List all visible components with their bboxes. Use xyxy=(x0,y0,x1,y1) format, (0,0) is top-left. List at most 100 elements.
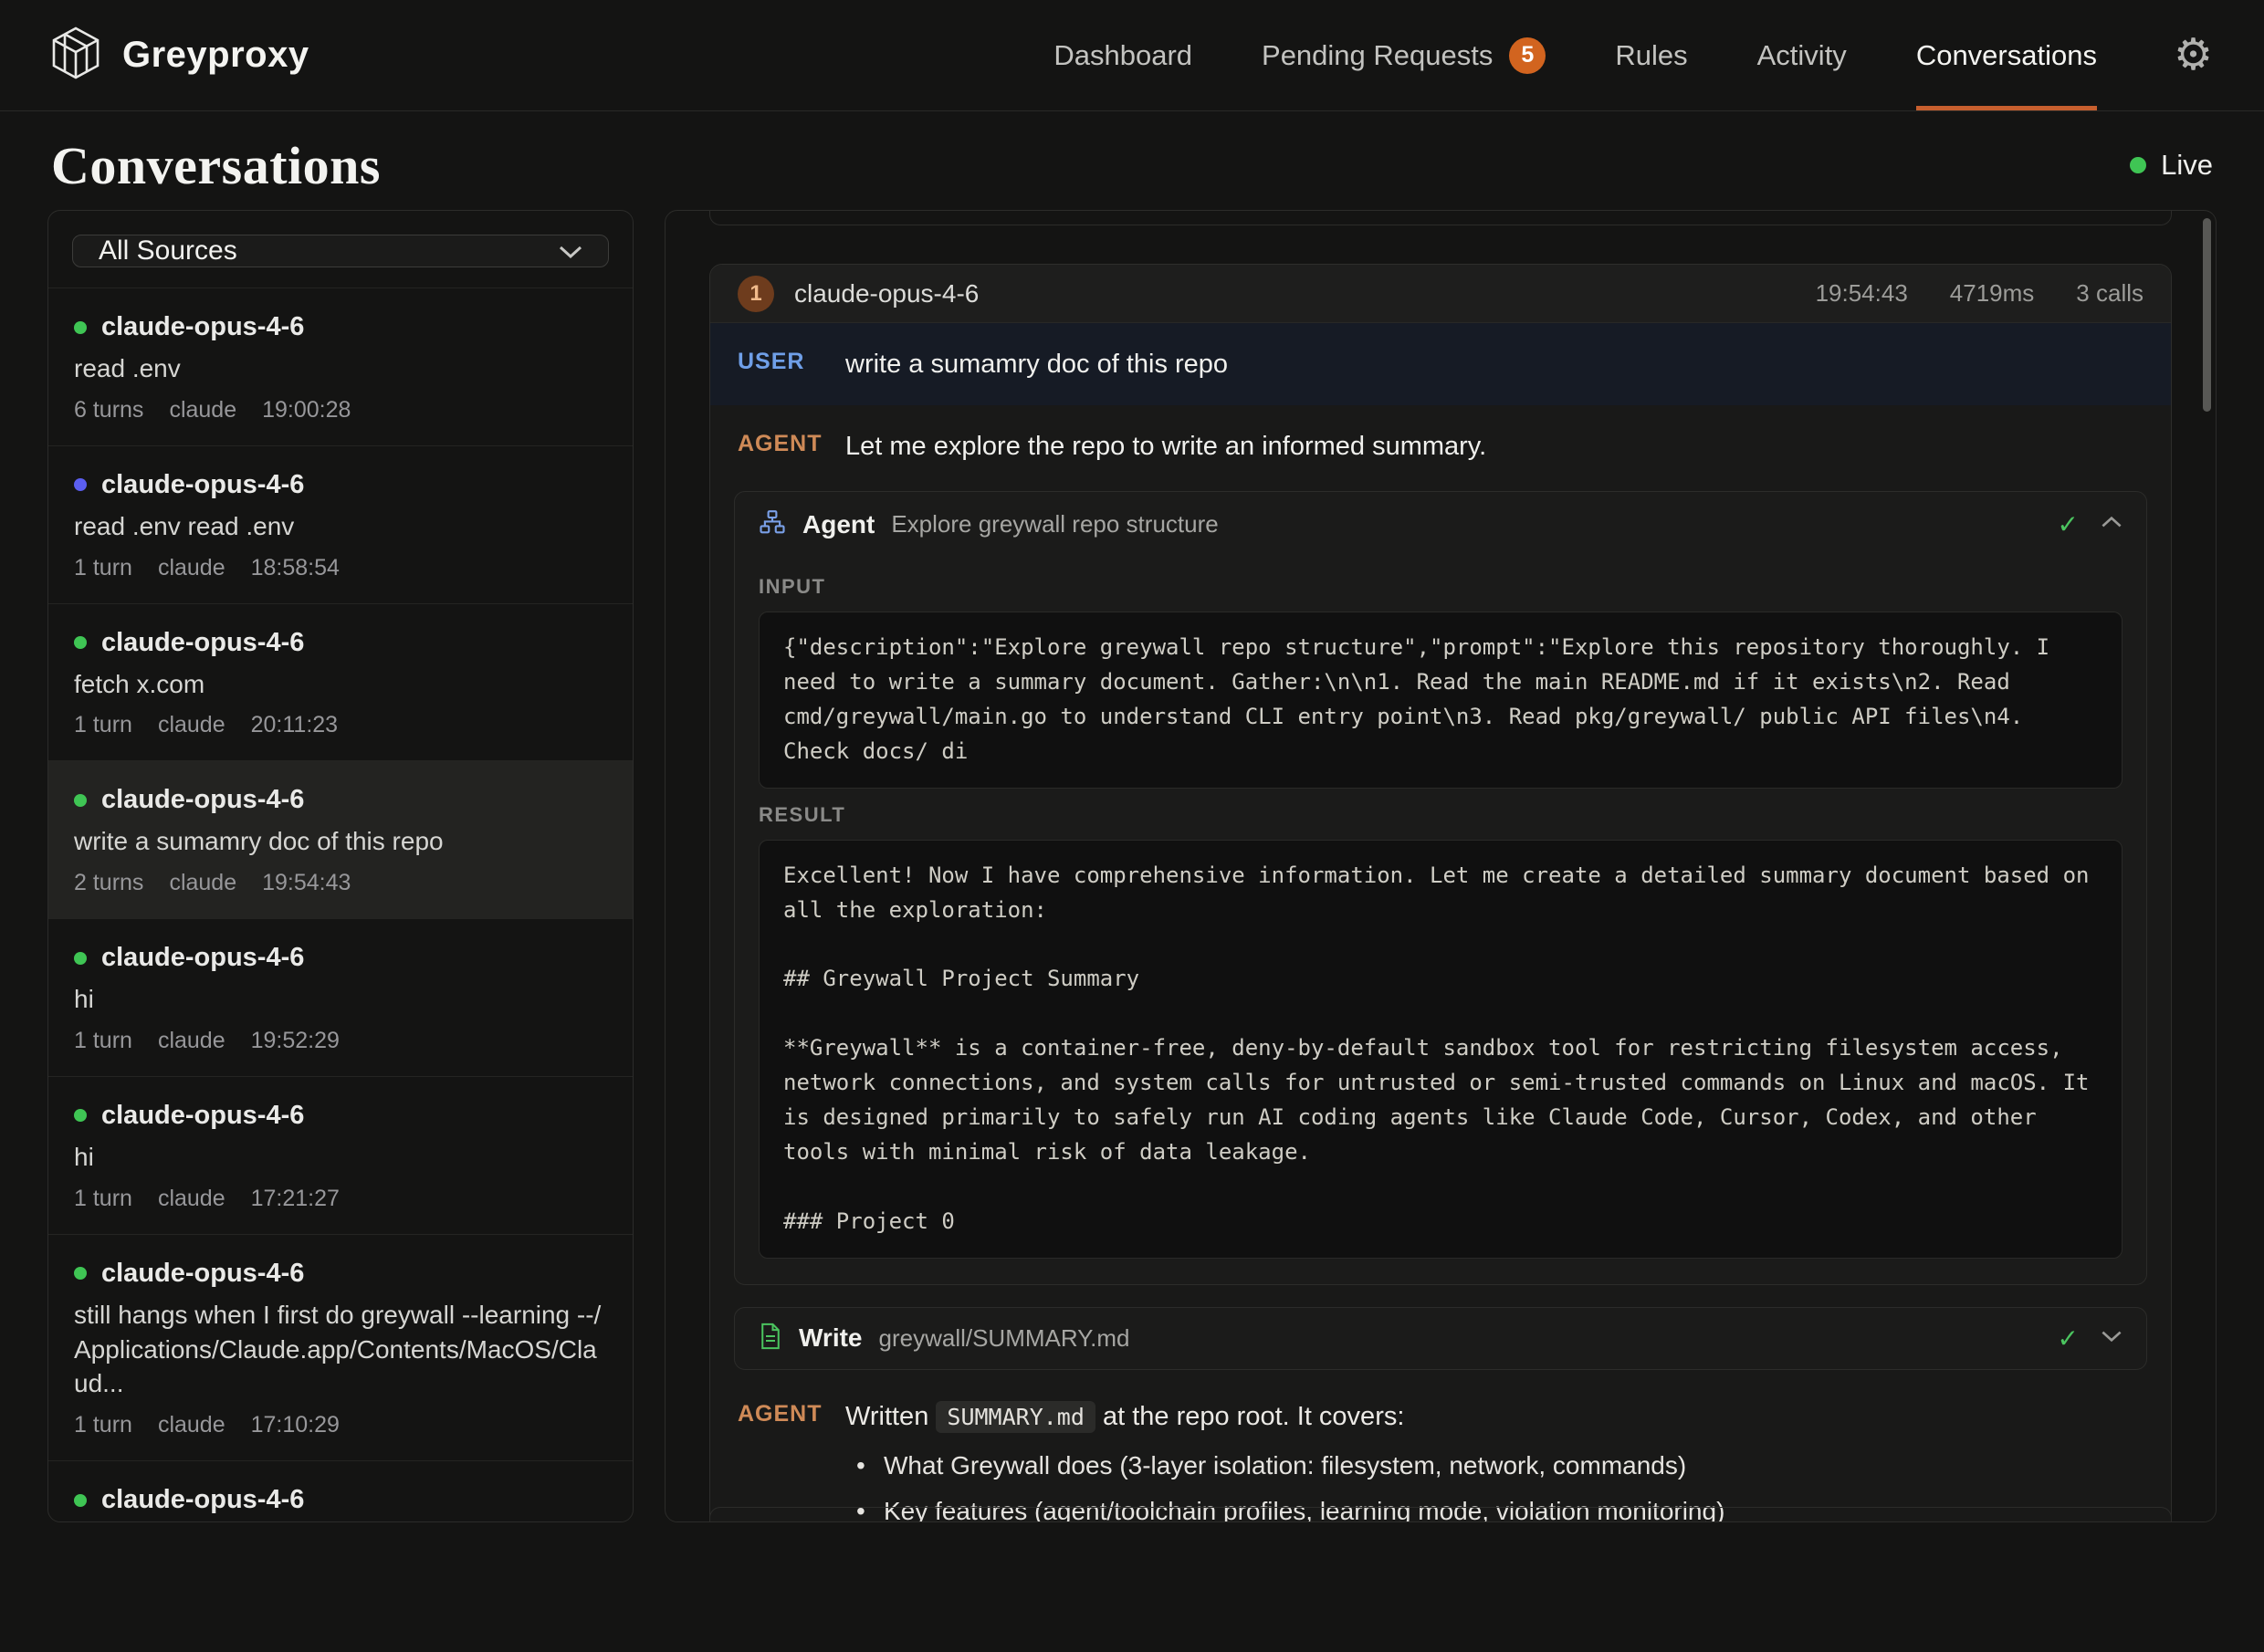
conversations-sidebar: All Sources claude-opus-4-6read .env6 tu… xyxy=(47,210,634,1522)
status-dot-icon xyxy=(74,794,87,807)
conversation-model: claude-opus-4-6 xyxy=(101,1485,304,1515)
conversation-model: claude-opus-4-6 xyxy=(101,628,304,658)
conversation-source: claude xyxy=(169,397,236,423)
next-card-edge xyxy=(709,1507,2172,1521)
conversation-summary: read .env xyxy=(74,351,607,386)
user-label: USER xyxy=(738,345,845,375)
previous-card-edge xyxy=(709,211,2172,225)
conversation-time: 19:00:28 xyxy=(262,397,351,423)
live-status-dot-icon xyxy=(2130,157,2146,173)
conversation-turns: 1 turn xyxy=(74,1412,132,1438)
nav-item-label: Conversations xyxy=(1916,39,2097,72)
settings-gear-icon[interactable]: ⚙ xyxy=(2174,34,2213,78)
final-prefix: Written xyxy=(845,1402,928,1431)
write-tool-call-bar[interactable]: Write greywall/SUMMARY.md ✓ xyxy=(734,1307,2147,1370)
conversation-meta: 1 turn claude 20:11:23 xyxy=(74,712,607,738)
conversation-list-item[interactable]: claude-opus-4-6 read .env read .env 1 turn… xyxy=(48,445,633,603)
conversation-time: 17:21:27 xyxy=(251,1186,340,1212)
conversation-list-item[interactable]: claude-opus-4-6read .env6 turnsclaude19:… xyxy=(48,288,633,445)
agent-tool-call-card: Agent Explore greywall repo structure ✓ … xyxy=(734,491,2147,1285)
status-dot-icon xyxy=(74,1494,87,1507)
conversation-summary: read .env read .env xyxy=(74,509,607,544)
inline-code-filename: SUMMARY.md xyxy=(936,1401,1095,1433)
turn-card: 1 claude-opus-4-6 19:54:43 4719ms 3 call… xyxy=(709,264,2172,1522)
conversation-summary: write a sumamry doc of this repo xyxy=(74,824,607,859)
conversation-list-item[interactable]: claude-opus-4-6write a sumamry doc of th… xyxy=(48,760,633,918)
user-message-row: USER write a sumamry doc of this repo xyxy=(710,323,2171,405)
brand-name: Greyproxy xyxy=(122,35,309,76)
agent-tool-body: INPUT {"description":"Explore greywall r… xyxy=(735,557,2146,1284)
logo-icon xyxy=(51,26,100,84)
conversation-time: 17:10:29 xyxy=(251,1412,340,1438)
conversation-list: claude-opus-4-6read .env6 turnsclaude19:… xyxy=(48,288,633,1522)
status-dot-icon xyxy=(74,1109,87,1122)
conversation-meta: 1 turnclaude18:58:54 xyxy=(74,555,607,581)
page-header: Conversations Live xyxy=(0,111,2264,210)
scrollbar-thumb[interactable] xyxy=(2203,218,2211,412)
conversation-turns: 1 turn xyxy=(74,712,132,738)
tool-result-code: Excellent! Now I have comprehensive info… xyxy=(759,840,2122,1259)
turn-card-header: 1 claude-opus-4-6 19:54:43 4719ms 3 call… xyxy=(710,265,2171,323)
nav-item-rules[interactable]: Rules xyxy=(1615,0,1687,110)
agent-message-row: AGENT Let me explore the repo to write a… xyxy=(710,405,2171,487)
conversation-meta: 2 turnsclaude19:54:43 xyxy=(74,870,607,896)
conversation-list-item[interactable]: claude-opus-4-6fetch x.com1 turnclaude20… xyxy=(48,603,633,761)
brand[interactable]: Greyproxy xyxy=(51,0,309,110)
conversation-summary: hi xyxy=(74,1140,607,1175)
conversation-source: claude xyxy=(158,555,225,581)
agent-final-message-row: AGENT Written SUMMARY.md at the repo roo… xyxy=(710,1370,2171,1522)
chevron-down-icon xyxy=(559,235,582,267)
nav-item-activity[interactable]: Activity xyxy=(1757,0,1847,110)
nav-item-label: Dashboard xyxy=(1053,39,1192,72)
content-area: All Sources claude-opus-4-6read .env6 tu… xyxy=(0,210,2264,1522)
final-suffix: at the repo root. It covers: xyxy=(1095,1402,1405,1431)
conversation-turns: 2 turns xyxy=(74,870,143,896)
user-message-text: write a sumamry doc of this repo xyxy=(845,345,1228,383)
conversation-detail-panel: 1 claude-opus-4-6 19:54:43 4719ms 3 call… xyxy=(665,210,2217,1522)
chevron-down-icon[interactable] xyxy=(2101,1330,2122,1347)
nav-item-pending-requests[interactable]: Pending Requests5 xyxy=(1262,0,1546,110)
conversation-list-item[interactable]: claude-opus-4-6hi1 turnclaude19:52:29 xyxy=(48,918,633,1076)
conversation-model: claude-opus-4-6 xyxy=(101,312,304,342)
conversation-model: claude-opus-4-6 xyxy=(101,470,304,500)
nav-item-dashboard[interactable]: Dashboard xyxy=(1053,0,1192,110)
conversation-list-item[interactable]: claude-opus-4-6 hi 1 turn claude 17:21:27 xyxy=(48,1076,633,1234)
success-check-icon: ✓ xyxy=(2058,1323,2079,1354)
source-filter-value: All Sources xyxy=(99,235,237,267)
agent-label: AGENT xyxy=(738,427,845,457)
conversation-turns: 1 turn xyxy=(74,1186,132,1212)
conversation-source: claude xyxy=(158,1028,225,1054)
turn-model: claude-opus-4-6 xyxy=(794,279,979,308)
conversation-source: claude xyxy=(158,1412,225,1438)
page-title: Conversations xyxy=(51,135,381,196)
write-tool-path: greywall/SUMMARY.md xyxy=(879,1324,1130,1353)
nav-item-label: Activity xyxy=(1757,39,1847,72)
conversation-summary: hi xyxy=(74,982,607,1017)
status-dot-icon xyxy=(74,321,87,334)
conversation-turns: 1 turn xyxy=(74,1028,132,1054)
conversation-time: 20:11:23 xyxy=(251,712,338,738)
turn-meta: 19:54:43 4719ms 3 calls xyxy=(1816,279,2143,308)
final-summary-lead: Written SUMMARY.md at the repo root. It … xyxy=(845,1397,1724,1438)
conversation-meta: 6 turnsclaude19:00:28 xyxy=(74,397,607,423)
conversation-model: claude-opus-4-6 xyxy=(101,1259,304,1289)
main-nav: Dashboard Pending Requests5 Rules Activity C… xyxy=(1053,0,2097,110)
result-label: RESULT xyxy=(759,803,2122,827)
source-filter-select[interactable]: All Sources xyxy=(72,235,609,267)
chevron-up-icon[interactable] xyxy=(2101,516,2122,533)
nav-item-conversations[interactable]: Conversations xyxy=(1916,0,2097,110)
turn-duration: 4719ms xyxy=(1950,279,2035,308)
conversation-summary: still hangs when I first do greywall --l… xyxy=(74,1298,607,1401)
conversation-list-item[interactable]: claude-opus-4-6 still hangs when I first … xyxy=(48,1234,633,1460)
input-label: INPUT xyxy=(759,575,2122,599)
conversation-source: claude xyxy=(158,1186,225,1212)
conversation-list-item[interactable]: claude-opus-4-6hi1 turnclaude20:21:44 xyxy=(48,1460,633,1522)
conversation-model: claude-opus-4-6 xyxy=(101,1101,304,1131)
conversation-source: claude xyxy=(158,712,225,738)
file-document-icon xyxy=(759,1323,782,1354)
agent-tool-header[interactable]: Agent Explore greywall repo structure ✓ xyxy=(735,492,2146,557)
conversation-meta: 1 turn claude 17:10:29 xyxy=(74,1412,607,1438)
tool-input-code: {"description":"Explore greywall repo st… xyxy=(759,612,2122,789)
conversation-model: claude-opus-4-6 xyxy=(101,943,304,973)
nav-item-label: Rules xyxy=(1615,39,1687,72)
